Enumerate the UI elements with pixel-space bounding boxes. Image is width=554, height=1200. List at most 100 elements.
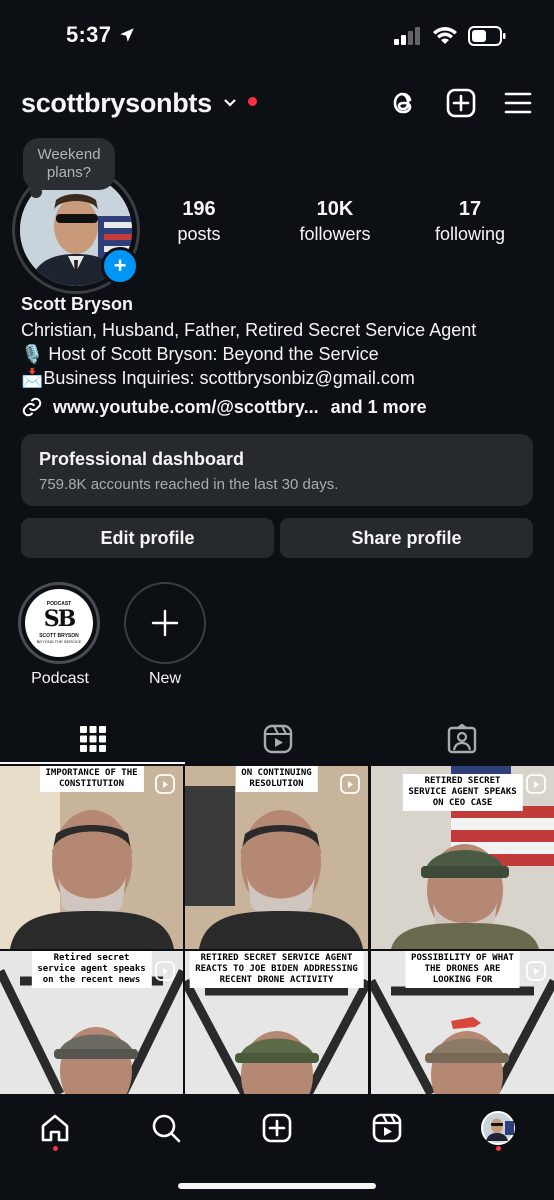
create-plus-icon[interactable] — [446, 88, 476, 118]
dashboard-title: Professional dashboard — [39, 449, 245, 469]
post-caption: RETIRED SECRET SERVICE AGENT REACTS TO JO… — [189, 951, 364, 988]
nav-create[interactable] — [257, 1108, 297, 1148]
logo-sub-text: BEYOND THE SERVICE — [36, 639, 82, 644]
highlight-ring: PODCAST SB SCOTT BRYSON BEYOND THE SERVI… — [18, 582, 100, 664]
post-caption: Retired secret service agent speaks on the… — [31, 951, 152, 988]
post-caption: RETIRED SECRET SERVICE AGENT SPEAKS ON CEO… — [402, 774, 523, 811]
stat-following[interactable]: 17 following — [425, 198, 515, 245]
chevron-down-icon — [224, 99, 236, 107]
bio-line-1: Christian, Husband, Father, Retired Secr… — [21, 320, 477, 340]
post-thumbnail[interactable]: RETIRED SECRET SERVICE AGENT SPEAKS ON CEO… — [371, 766, 554, 949]
reel-indicator-icon — [155, 961, 175, 981]
stat-posts[interactable]: 196 posts — [162, 198, 236, 245]
post-thumbnail[interactable]: Retired secret service agent speaks on the… — [0, 951, 183, 1094]
link-icon — [22, 397, 42, 417]
search-icon — [152, 1114, 181, 1143]
username-switcher[interactable]: scottbrysonbts — [21, 88, 258, 119]
caption-line: Retired secret — [53, 953, 130, 963]
caption-line: REACTS TO JOE BIDEN ADDRESSING — [195, 964, 358, 974]
post-caption: POSSIBILITY OF WHAT THE DRONES ARE LOOKING… — [405, 951, 520, 988]
highlight-podcast[interactable]: PODCAST SB SCOTT BRYSON BEYOND THE SERVI… — [18, 582, 100, 664]
caption-line: SERVICE AGENT SPEAKS — [408, 787, 517, 797]
time-text: 5:37 — [66, 22, 112, 47]
profile-notification-dot — [496, 1146, 501, 1151]
post-thumbnail[interactable]: RETIRED SECRET SERVICE AGENT REACTS TO JO… — [185, 951, 368, 1094]
nav-search[interactable] — [146, 1108, 186, 1148]
display-name: Scott Bryson — [21, 294, 134, 314]
active-tab-indicator — [0, 762, 185, 764]
reel-indicator-icon — [340, 774, 360, 794]
username: scottbrysonbts — [21, 88, 212, 118]
highlight-label-new: New — [148, 670, 181, 687]
caption-line: CONSTITUTION — [58, 779, 125, 789]
caption-line: THE DRONES ARE — [424, 964, 501, 974]
post-thumbnail[interactable]: IMPORTANCE OF THE CONSTITUTION — [0, 766, 183, 949]
caption-line: ON CEO CASE — [432, 798, 493, 808]
home-indicator — [178, 1183, 376, 1189]
profile-avatar-icon — [481, 1111, 515, 1145]
caption-line: on the recent news — [42, 975, 141, 985]
reels-icon — [263, 724, 292, 754]
header-actions — [390, 88, 532, 118]
signal-icon — [394, 27, 420, 45]
edit-profile-button[interactable]: Edit profile — [21, 518, 274, 558]
nav-reels[interactable] — [367, 1108, 407, 1148]
nav-home[interactable] — [35, 1108, 75, 1148]
plus-icon — [151, 609, 179, 637]
tab-tagged[interactable] — [369, 716, 554, 762]
bio-line-3: 📩Business Inquiries: scottbrysonbiz@gmai… — [21, 368, 415, 388]
stat-value: 10K — [316, 198, 354, 220]
status-time: 5:37 — [66, 22, 136, 48]
reel-indicator-icon — [526, 961, 546, 981]
caption-line: ON CONTINUING — [241, 768, 312, 778]
bio-links[interactable]: www.youtube.com/@scottbry... and 1 more — [21, 396, 427, 418]
dashboard-subtitle: 759.8K accounts reached in the last 30 d… — [39, 476, 339, 493]
home-icon — [41, 1114, 69, 1142]
caption-line: POSSIBILITY OF WHAT — [411, 953, 514, 963]
stat-value: 17 — [458, 198, 482, 220]
nav-profile[interactable] — [478, 1108, 518, 1148]
add-story-button[interactable]: + — [101, 247, 139, 285]
stat-label: following — [434, 224, 506, 244]
stat-value: 196 — [182, 198, 216, 220]
stat-followers[interactable]: 10K followers — [290, 198, 380, 245]
highlight-label-podcast: Podcast — [31, 670, 89, 687]
stat-label: followers — [299, 224, 371, 244]
grid-icon — [79, 726, 106, 752]
caption-line: RECENT DRONE ACTIVITY — [219, 975, 334, 985]
location-arrow-icon — [119, 28, 134, 42]
post-thumbnail[interactable]: ON CONTINUING RESOLUTION — [185, 766, 368, 949]
notification-dot — [248, 97, 258, 106]
caption-line: RETIRED SECRET — [424, 776, 501, 786]
status-indicators — [394, 26, 506, 46]
reels-nav-icon — [372, 1113, 402, 1143]
new-highlight-button[interactable] — [124, 582, 206, 664]
post-thumbnail[interactable]: POSSIBILITY OF WHAT THE DRONES ARE LOOKING… — [371, 951, 554, 1094]
menu-icon[interactable] — [504, 91, 532, 115]
reel-indicator-icon — [155, 774, 175, 794]
share-profile-button[interactable]: Share profile — [280, 518, 533, 558]
note-bubble[interactable]: Weekend plans? — [23, 138, 115, 190]
caption-line: RETIRED SECRET SERVICE AGENT — [200, 953, 353, 963]
stat-label: posts — [177, 224, 221, 244]
logo-mid-text: SB — [43, 606, 76, 632]
tab-posts-grid[interactable] — [0, 716, 185, 762]
post-caption: IMPORTANCE OF THE CONSTITUTION — [39, 766, 144, 792]
threads-icon[interactable] — [390, 88, 418, 118]
tab-reels[interactable] — [185, 716, 370, 762]
create-icon — [262, 1113, 292, 1143]
caption-line: IMPORTANCE OF THE — [45, 768, 138, 778]
bio-line-2: 🎙️ Host of Scott Bryson: Beyond the Serv… — [21, 344, 379, 364]
link-more[interactable]: and 1 more — [331, 397, 427, 418]
professional-dashboard[interactable]: Professional dashboard 759.8K accounts r… — [21, 434, 533, 506]
caption-line: RESOLUTION — [249, 779, 304, 789]
wifi-icon — [433, 27, 457, 44]
caption-line: service agent speaks — [37, 964, 146, 974]
tagged-icon — [447, 724, 476, 754]
reel-indicator-icon — [526, 774, 546, 794]
post-caption: ON CONTINUING RESOLUTION — [235, 766, 318, 792]
home-notification-dot — [53, 1146, 58, 1151]
podcast-logo: PODCAST SB SCOTT BRYSON BEYOND THE SERVI… — [25, 589, 93, 657]
link-url[interactable]: www.youtube.com/@scottbry... — [53, 397, 319, 418]
caption-line: LOOKING FOR — [432, 975, 493, 985]
